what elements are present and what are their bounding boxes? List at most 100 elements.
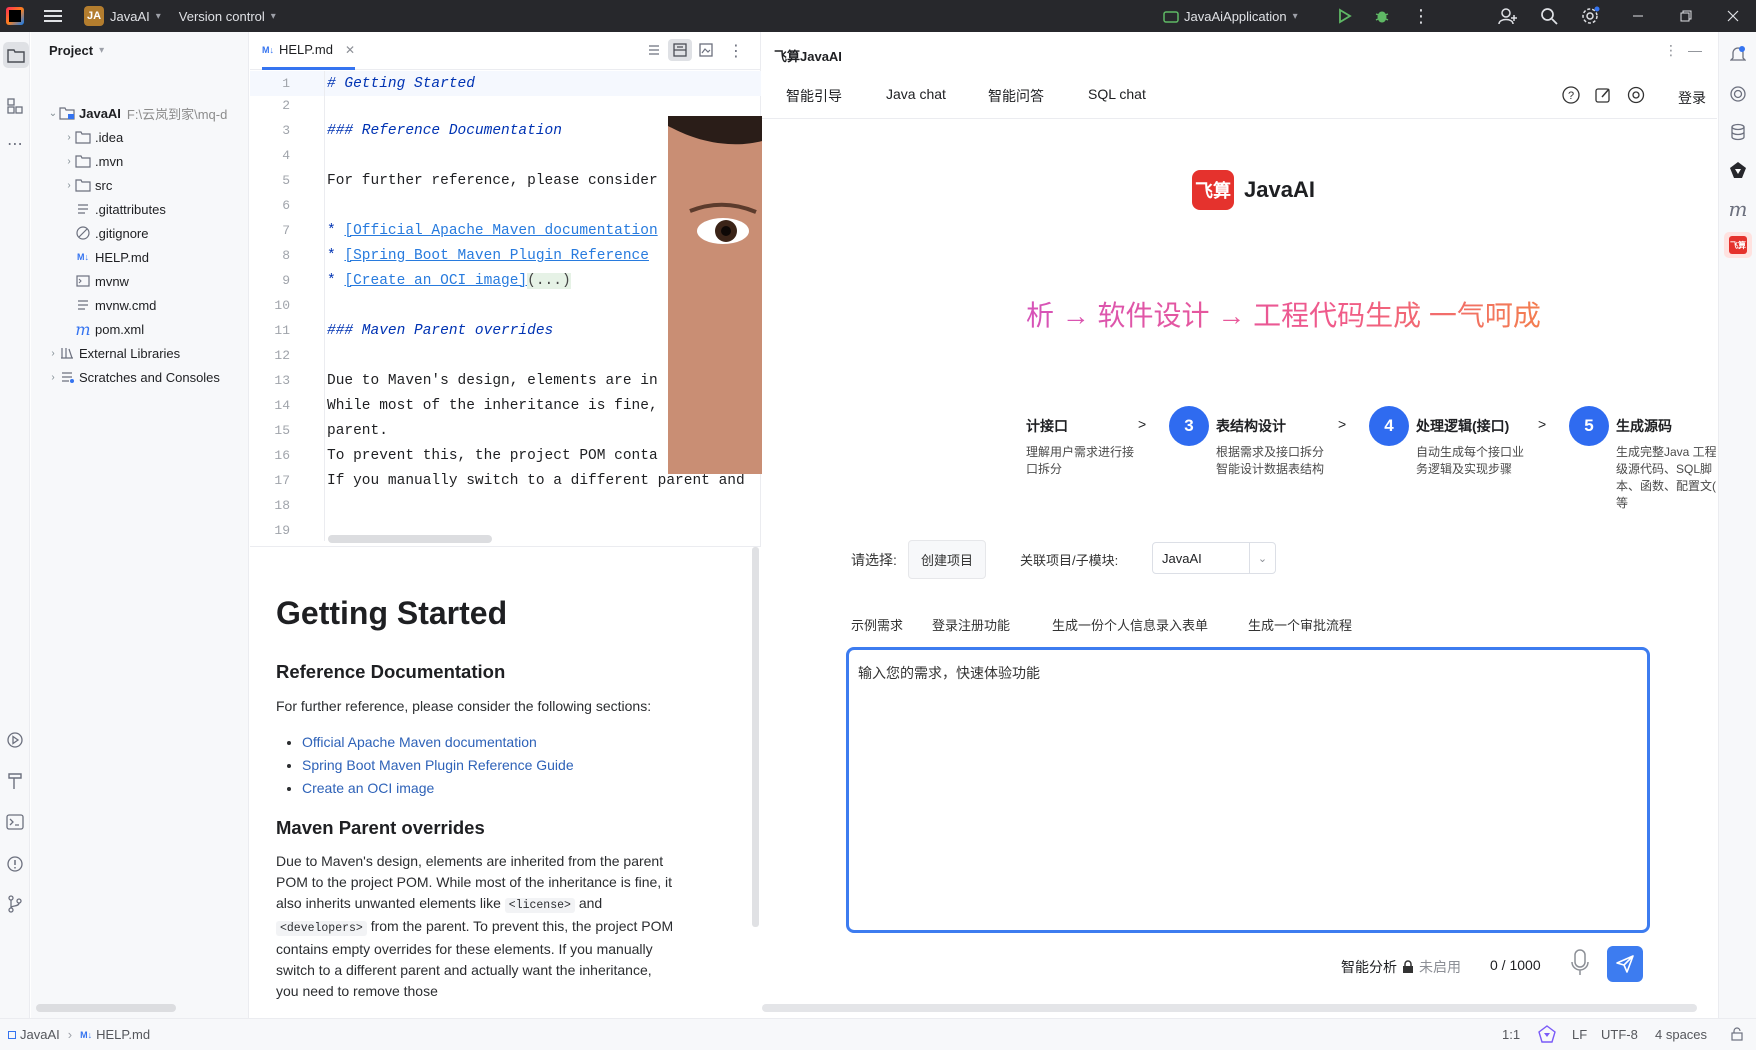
editor-tab-help-md[interactable]: M↓ HELP.md ✕: [262, 32, 356, 70]
chevron-down-icon: ▾: [155, 10, 161, 22]
tab-smart-qa[interactable]: 智能问答: [988, 86, 1044, 106]
more-tools-icon[interactable]: ⋯: [3, 132, 27, 156]
javaai-panel-title: 飞算JavaAI: [774, 49, 842, 64]
step-arrow: >: [1138, 416, 1147, 432]
main-menu-icon[interactable]: [44, 0, 62, 32]
create-project-button[interactable]: 创建项目: [908, 540, 987, 579]
editor-panel: M↓ HELP.md ✕ ⋮ ✓ 1# Getting Started 2 3#…: [250, 32, 1026, 1018]
breadcrumb-file[interactable]: HELP.md: [96, 1027, 150, 1042]
terminal-icon[interactable]: [3, 810, 27, 834]
microphone-icon[interactable]: [1570, 948, 1590, 981]
editor-only-icon[interactable]: [646, 42, 662, 61]
breadcrumb-project[interactable]: JavaAI: [20, 1027, 60, 1042]
help-icon[interactable]: ?: [1562, 86, 1580, 107]
settings-icon[interactable]: [1627, 86, 1645, 107]
code-line[interactable]: 2: [250, 93, 761, 118]
send-button[interactable]: [1607, 946, 1643, 982]
panel-options-icon[interactable]: ⋮: [1664, 42, 1678, 59]
preview-scrollbar[interactable]: [752, 547, 759, 927]
services-icon[interactable]: [3, 728, 27, 752]
run-config-selector[interactable]: JavaAiApplication ▾: [1162, 0, 1298, 32]
build-hammer-icon[interactable]: [3, 769, 27, 793]
tree-item-scratches[interactable]: › Scratches and Consoles: [47, 365, 220, 389]
tab-java-chat[interactable]: Java chat: [886, 86, 946, 102]
tree-item-mvnw-cmd[interactable]: mvnw.cmd: [75, 293, 156, 317]
folder-icon: [75, 177, 91, 193]
preview-only-icon[interactable]: [698, 42, 714, 61]
restore-icon[interactable]: [1680, 0, 1692, 32]
login-button[interactable]: 登录: [1678, 88, 1706, 108]
tab-sql-chat[interactable]: SQL chat: [1088, 86, 1146, 102]
chevron-down-icon: ▾: [99, 45, 105, 56]
tab-smart-guide[interactable]: 智能引导: [786, 86, 842, 106]
more-options-icon[interactable]: ⋮: [728, 41, 744, 61]
smart-analysis-toggle[interactable]: 智能分析 未启用: [1341, 957, 1461, 977]
requirement-input[interactable]: 输入您的需求，快速体验功能: [846, 647, 1650, 933]
code-link[interactable]: [Create an OCI image]: [344, 273, 527, 289]
feisuan-javaai-icon[interactable]: 飞算: [1724, 232, 1752, 258]
ai-horizontal-scrollbar[interactable]: [762, 1004, 1697, 1012]
preview-link[interactable]: Create an OCI image: [302, 780, 434, 796]
edit-icon[interactable]: [1594, 86, 1612, 107]
examples-label: 示例需求: [851, 618, 904, 633]
search-icon[interactable]: [1540, 0, 1558, 32]
close-icon[interactable]: [1727, 0, 1739, 32]
debug-icon[interactable]: [1374, 0, 1390, 32]
tree-root[interactable]: ⌄ JavaAI F:\云岚到家\mq-d: [47, 101, 247, 125]
maven-icon[interactable]: m: [1726, 197, 1750, 221]
module-label: 关联项目/子模块:: [1020, 553, 1119, 568]
inline-code: <developers>: [276, 921, 367, 936]
ai-status-icon[interactable]: [1538, 1025, 1556, 1046]
split-view-icon[interactable]: [668, 39, 692, 61]
module-select[interactable]: JavaAI ⌄: [1152, 542, 1276, 574]
tree-item-src[interactable]: › src: [63, 173, 112, 197]
vcs-menu[interactable]: Version control ▾: [179, 0, 276, 32]
tree-item-external-libraries[interactable]: › External Libraries: [47, 341, 180, 365]
notifications-bell-icon[interactable]: [1726, 42, 1750, 66]
step-desc: 理解用户需求进行接 口拆分: [1026, 445, 1135, 476]
hide-panel-icon[interactable]: —: [1688, 42, 1702, 58]
preview-link[interactable]: Official Apache Maven documentation: [302, 734, 537, 750]
settings-gear-icon[interactable]: [1580, 0, 1600, 32]
structure-icon[interactable]: [3, 94, 27, 118]
example-chip[interactable]: 生成一份个人信息录入表单: [1052, 615, 1208, 634]
tree-item-gitattributes[interactable]: .gitattributes: [75, 197, 166, 221]
cursor-position[interactable]: 1:1: [1502, 1027, 1520, 1042]
database-icon[interactable]: [1726, 120, 1750, 144]
tree-item-idea[interactable]: › .idea: [63, 125, 123, 149]
ai-spiral-icon[interactable]: [1726, 82, 1750, 106]
indent-setting[interactable]: 4 spaces: [1655, 1027, 1707, 1042]
line-separator[interactable]: LF: [1572, 1027, 1587, 1042]
tree-item-mvn[interactable]: › .mvn: [63, 149, 123, 173]
file-encoding[interactable]: UTF-8: [1601, 1027, 1638, 1042]
code-link[interactable]: [Official Apache Maven documentation: [344, 223, 657, 239]
code-link[interactable]: [Spring Boot Maven Plugin Reference: [344, 248, 649, 264]
code-line[interactable]: 19: [250, 518, 761, 543]
plugin-icon[interactable]: [1726, 158, 1750, 182]
horizontal-scrollbar[interactable]: [36, 1004, 176, 1012]
more-actions-icon[interactable]: ⋮: [1412, 0, 1430, 32]
code-line[interactable]: 18: [250, 493, 761, 518]
tree-item-help-md[interactable]: M↓ HELP.md: [75, 245, 149, 269]
editor-tab-label: HELP.md: [279, 42, 333, 57]
close-tab-icon[interactable]: ✕: [345, 43, 355, 57]
tree-item-mvnw[interactable]: mvnw: [75, 269, 129, 293]
project-panel-header[interactable]: Project ▾: [49, 43, 104, 58]
project-switcher[interactable]: JA JavaAI ▾: [84, 0, 161, 32]
add-user-icon[interactable]: [1498, 0, 1518, 32]
preview-link[interactable]: Spring Boot Maven Plugin Reference Guide: [302, 757, 574, 773]
code-horizontal-scrollbar[interactable]: [328, 535, 492, 543]
example-chip[interactable]: 登录注册功能: [932, 615, 1010, 634]
tree-item-pom-xml[interactable]: m pom.xml: [75, 317, 144, 341]
chevron-right-icon: ›: [67, 1027, 73, 1042]
problems-icon[interactable]: [3, 852, 27, 876]
minimize-icon[interactable]: [1632, 0, 1644, 32]
git-icon[interactable]: [3, 892, 27, 916]
example-chip[interactable]: 生成一个审批流程: [1248, 615, 1352, 634]
folded-region[interactable]: (...): [527, 272, 571, 289]
tree-item-gitignore[interactable]: .gitignore: [75, 221, 148, 245]
send-icon: [1616, 955, 1634, 973]
run-icon[interactable]: [1338, 0, 1352, 32]
read-only-lock-icon[interactable]: [1730, 1027, 1744, 1044]
project-tool-icon[interactable]: [3, 42, 29, 68]
